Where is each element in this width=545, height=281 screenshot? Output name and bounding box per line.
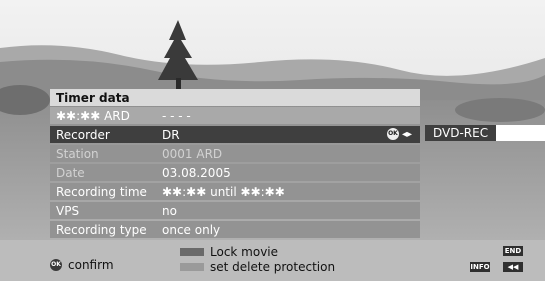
station-row: Station 0001 ARD [50,145,420,162]
recording-time-label: Recording time [56,184,147,199]
confirm-label: confirm [68,258,114,272]
station-value: 0001 ARD [162,146,223,161]
recording-time-row[interactable]: Recording time ✱✱:✱✱ until ✱✱:✱✱ [50,183,420,200]
recorder-value: DR [162,127,180,142]
color-key-icon [180,262,204,271]
confirm-hint: OK confirm [50,258,114,272]
recording-type-row[interactable]: Recording type once only [50,221,420,238]
color-key-icon [180,247,204,256]
vps-row[interactable]: VPS no [50,202,420,219]
ok-icon: OK [386,128,399,140]
date-value: 03.08.2005 [162,165,231,180]
recording-type-label: Recording type [56,222,147,237]
color-key-legend: Lock movie set delete protection [180,244,335,274]
timer-panel-title: Timer data [50,89,420,106]
recorder-row[interactable]: Recorder DR OK ◂▸ [50,126,420,143]
recorder-option-popup[interactable]: DVD-REC [425,125,545,141]
direction-arrows-icon: ◂▸ [401,128,412,140]
date-row[interactable]: Date 03.08.2005 [50,164,420,181]
channel-value: - - - - [162,108,191,123]
recording-time-start: ✱✱:✱✱ [162,184,207,199]
channel-row[interactable]: ✱✱:✱✱ ARD - - - - [50,107,420,124]
channel-time: ✱✱:✱✱ [56,108,101,123]
date-label: Date [56,165,85,180]
vps-label: VPS [56,203,80,218]
info-button[interactable]: INFO [470,262,490,272]
legend-item-delete-protection: set delete protection [180,259,335,274]
legend-label: set delete protection [210,259,336,274]
ok-button-icon: OK [50,259,62,271]
vps-value: no [162,203,177,218]
recording-type-value: once only [162,222,221,237]
end-button[interactable]: END [503,246,523,256]
legend-item-lock-movie: Lock movie [180,244,335,259]
recording-time-until: until [210,184,237,199]
legend-label: Lock movie [210,244,279,259]
navigation-hint: OK ◂▸ [386,128,412,140]
station-label: Station [56,146,99,161]
recorder-option-dvd-rec[interactable]: DVD-REC [425,125,497,141]
channel-name: ARD [104,108,130,123]
recording-time-end: ✱✱:✱✱ [240,184,285,199]
recorder-label: Recorder [56,127,110,142]
rewind-button[interactable]: ◀◀ [503,262,523,272]
